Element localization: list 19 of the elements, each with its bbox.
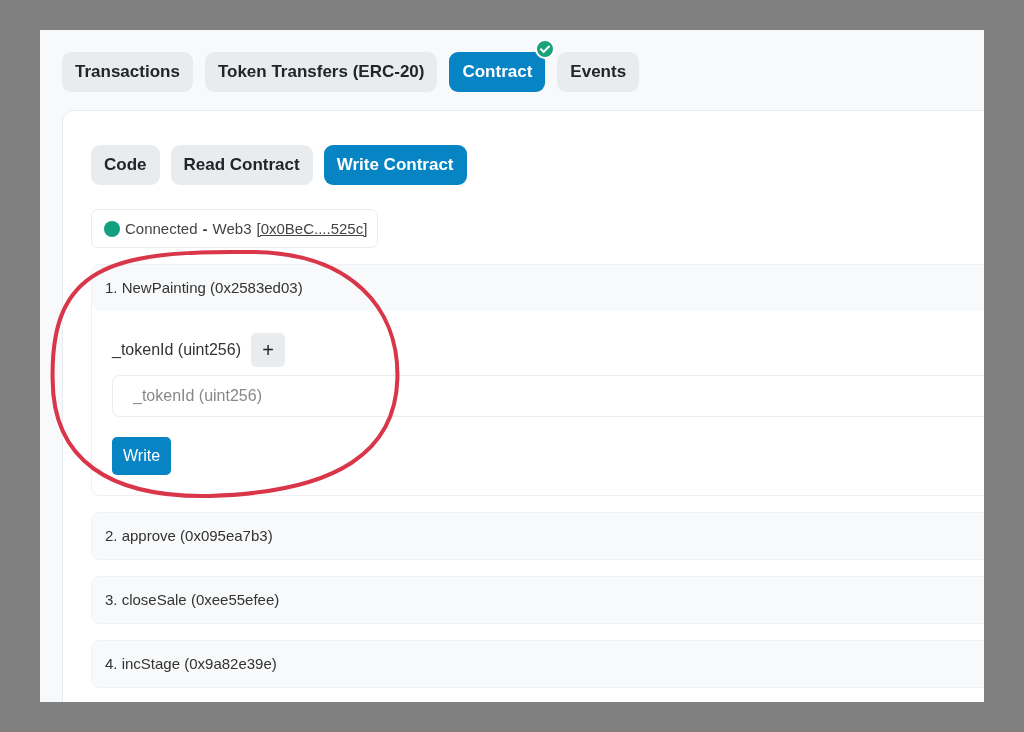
provider-text: Web3 xyxy=(212,220,252,237)
tab[interactable]: Transactions xyxy=(62,52,193,92)
tab[interactable]: Write Contract xyxy=(323,145,467,185)
tab[interactable]: Token Transfers (ERC-20) xyxy=(204,52,438,92)
tab[interactable]: Code xyxy=(91,145,160,185)
input-label: _tokenId (uint256) xyxy=(112,341,241,359)
function-header[interactable]: 1. NewPainting (0x2583ed03) xyxy=(92,265,984,311)
function-header[interactable]: 3. closeSale (0xee55efee) xyxy=(92,577,984,623)
tab[interactable]: Events xyxy=(557,52,640,92)
status-text: Connected xyxy=(125,220,198,237)
tab[interactable]: Read Contract xyxy=(170,145,313,185)
write-button[interactable]: Write xyxy=(112,437,172,475)
input-field[interactable]: _tokenId (uint256) xyxy=(112,375,984,417)
function-header[interactable]: 2. approve (0x095ea7b3) xyxy=(92,513,984,559)
add-button[interactable]: + xyxy=(251,333,285,367)
separator-text: - xyxy=(202,220,208,237)
function-header[interactable]: 4. incStage (0x9a82e39e) xyxy=(92,641,984,687)
tab[interactable]: Contract xyxy=(449,52,546,92)
address-link[interactable]: [0x0BeC....525c] xyxy=(256,220,368,237)
